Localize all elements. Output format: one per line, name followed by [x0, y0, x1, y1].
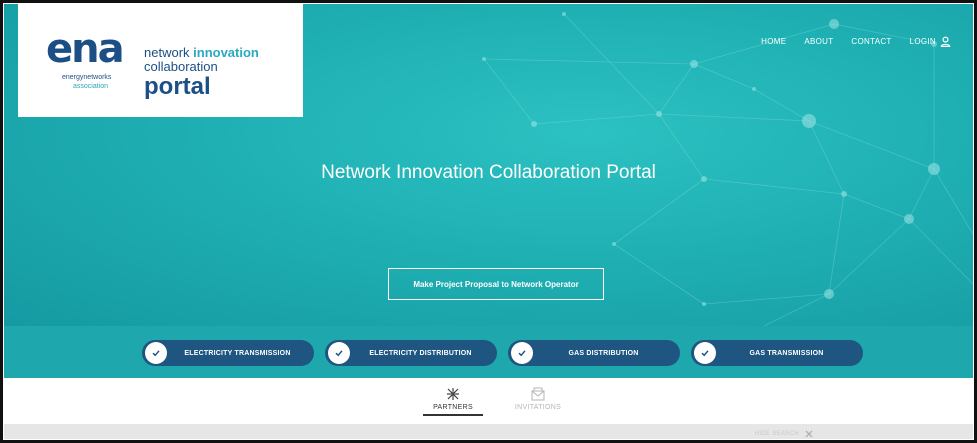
portal-line-1: network innovation: [144, 46, 259, 60]
check-icon: [145, 342, 167, 364]
top-nav: HOME ABOUT CONTACT LOGIN: [761, 36, 951, 47]
site-logo[interactable]: ena energynetworks association network i…: [18, 4, 303, 117]
search-strip: HIDE SEARCH: [4, 424, 973, 439]
tab-partners[interactable]: PARTNERS: [423, 386, 483, 416]
hide-search-label: HIDE SEARCH: [754, 431, 799, 437]
ena-tagline-1: energynetworks: [62, 74, 112, 81]
filter-gas-transmission[interactable]: GAS TRANSMISSION: [691, 340, 863, 366]
page: Network Innovation Collaboration Portal …: [0, 0, 977, 443]
filter-electricity-distribution[interactable]: ELECTRICITY DISTRIBUTION: [325, 340, 497, 366]
portal-logo-text: network innovation collaboration portal: [144, 46, 259, 99]
tab-invitations[interactable]: INVITATIONS: [508, 386, 568, 411]
portal-line-1a: network: [144, 45, 194, 60]
envelope-icon: [531, 387, 545, 401]
ena-wordmark: ena: [46, 26, 125, 72]
filter-label: ELECTRICITY TRANSMISSION: [184, 349, 291, 357]
active-tab-indicator: [423, 414, 483, 416]
portal-line-3: portal: [144, 73, 211, 100]
filter-electricity-transmission[interactable]: ELECTRICITY TRANSMISSION: [142, 340, 314, 366]
network-filter-bar: ELECTRICITY TRANSMISSION ELECTRICITY DIS…: [4, 326, 973, 378]
make-proposal-button[interactable]: Make Project Proposal to Network Operato…: [388, 268, 604, 300]
nav-login-label: LOGIN: [909, 37, 936, 46]
close-icon: [805, 430, 813, 438]
nav-login[interactable]: LOGIN: [910, 36, 951, 47]
nav-contact[interactable]: CONTACT: [851, 37, 891, 46]
hero-title: Network Innovation Collaboration Portal: [321, 162, 656, 183]
filter-gas-distribution[interactable]: GAS DISTRIBUTION: [508, 340, 680, 366]
tab-partners-label: PARTNERS: [433, 404, 473, 411]
ena-tagline-2: association: [73, 83, 109, 90]
filter-label: GAS TRANSMISSION: [749, 349, 824, 357]
tab-invitations-label: INVITATIONS: [514, 404, 562, 411]
content-tabs: PARTNERS INVITATIONS: [4, 378, 973, 424]
check-icon: [328, 342, 350, 364]
nav-home[interactable]: HOME: [761, 37, 786, 46]
portal-line-1b: innovation: [193, 45, 259, 60]
ena-logo: ena: [46, 29, 125, 69]
nav-about[interactable]: ABOUT: [804, 37, 833, 46]
user-icon: [940, 36, 951, 47]
filter-label: GAS DISTRIBUTION: [568, 349, 639, 357]
check-icon: [511, 342, 533, 364]
check-icon: [694, 342, 716, 364]
hide-search-toggle[interactable]: HIDE SEARCH: [755, 430, 813, 438]
portal-line-2: collaboration: [144, 59, 218, 74]
partners-icon: [447, 388, 459, 400]
filter-label: ELECTRICITY DISTRIBUTION: [369, 349, 472, 357]
